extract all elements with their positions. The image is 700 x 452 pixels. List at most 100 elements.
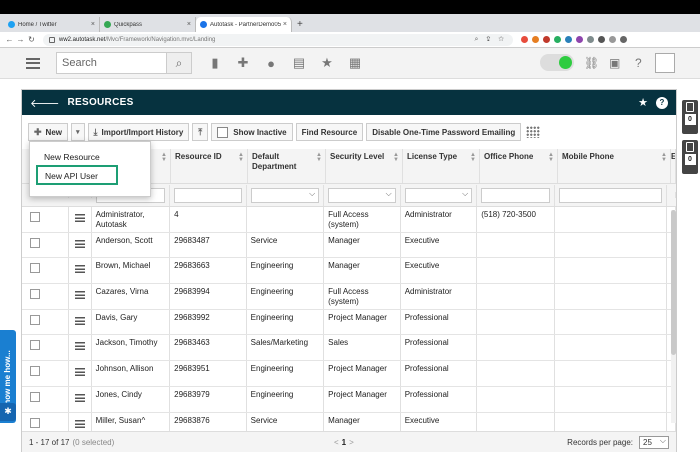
timesheet-icon[interactable]: ▤ [292, 55, 306, 71]
menu-item-new-api-user[interactable]: New API User [36, 165, 118, 185]
extension-icons[interactable] [521, 36, 627, 43]
cell-name: Jones, Cindy [92, 386, 171, 412]
mobile-phone-filter-input[interactable] [558, 187, 662, 203]
browser-tab-autotask[interactable]: Autotask - PartnerDemo05.16 × [196, 17, 292, 32]
row-checkbox[interactable] [30, 417, 40, 428]
department-filter-select[interactable] [250, 187, 320, 203]
import-button[interactable]: ⤓ Import/Import History [87, 123, 190, 141]
records-per-page-select[interactable]: 25 [639, 435, 669, 449]
browser-tab-twitter[interactable]: Home / Twitter × [4, 17, 100, 32]
browser-tab-quickpass[interactable]: Quickpass × [100, 17, 196, 32]
table-row[interactable]: Jones, Cindy 29683979 Engineering Project M… [22, 386, 676, 413]
security-filter-select[interactable] [328, 187, 396, 203]
avatar[interactable] [655, 53, 675, 73]
menu-item-new-resource[interactable]: New Resource [44, 152, 100, 162]
context-menu-icon[interactable] [74, 291, 85, 300]
cell-resource-id: 29683979 [170, 386, 247, 412]
show-inactive-toggle[interactable]: Show Inactive [211, 123, 293, 141]
resource-id-filter-input[interactable] [174, 187, 242, 203]
calendar-icon[interactable]: ▦ [348, 55, 362, 71]
table-row[interactable]: Johnson, Allison 29683951 Engineering Proje… [22, 361, 676, 387]
screen-top-bar [0, 0, 700, 14]
prev-page-icon[interactable]: < [334, 438, 339, 447]
export-button[interactable]: ⤒ [192, 123, 209, 141]
cell-security-level: Project Manager [324, 361, 401, 386]
context-menu-icon[interactable] [74, 393, 85, 402]
row-checkbox[interactable] [30, 366, 40, 377]
header-license-type[interactable]: License Type ▲ ▼ [403, 149, 480, 183]
row-context-cell [69, 207, 92, 232]
license-filter-select[interactable] [404, 187, 473, 203]
table-scrollbar[interactable] [671, 210, 676, 423]
header-resource-id[interactable]: Resource ID ▲ ▼ [171, 149, 248, 183]
link-icon[interactable]: ⛓ [584, 56, 599, 70]
table-row[interactable]: Jackson, Timothy 29683463 Sales/Marketing S… [22, 335, 676, 362]
header-security-level[interactable]: Security Level ▲ ▼ [326, 149, 403, 183]
user-icon[interactable]: ● [264, 56, 278, 71]
back-arrow-icon[interactable]: ← [4, 35, 15, 44]
bar-chart-icon[interactable]: ▮ [208, 55, 222, 71]
reload-icon[interactable]: ↻ [26, 35, 37, 44]
search-icon[interactable]: ⌕ [166, 52, 192, 74]
row-checkbox[interactable] [30, 289, 40, 300]
status-toggle[interactable] [540, 54, 574, 71]
row-checkbox-cell [22, 361, 69, 386]
url-field[interactable]: ww2.autotask.net /Mvc/Framework/Navigati… [43, 33, 513, 46]
filter-license [401, 184, 478, 206]
new-dropdown-button[interactable]: ▾ [71, 123, 85, 141]
menu-icon[interactable] [26, 57, 40, 69]
new-button[interactable]: ✚ New [28, 123, 68, 141]
context-menu-icon[interactable] [74, 316, 85, 325]
table-row[interactable]: Anderson, Scott 29683487 Service Manager Exe… [22, 232, 676, 259]
row-checkbox[interactable] [30, 314, 40, 325]
walkthrough-icon[interactable]: ✱ [0, 403, 16, 421]
new-tab-plus-icon[interactable]: + [297, 19, 303, 30]
close-icon[interactable]: × [283, 21, 287, 28]
forward-arrow-icon[interactable]: → [15, 35, 26, 44]
context-menu-icon[interactable] [74, 342, 85, 351]
panel-header: 🡐 RESOURCES ★ ? [22, 90, 676, 115]
show-inactive-checkbox[interactable] [217, 126, 229, 138]
context-menu-icon[interactable] [74, 368, 85, 377]
help-icon[interactable]: ? [656, 96, 668, 109]
filter-office-phone [477, 184, 555, 206]
table-row[interactable]: Cazares, Virna 29683994 Engineering Full Ac… [22, 284, 676, 310]
office-phone-filter-input[interactable] [481, 187, 550, 203]
plus-icon[interactable]: ✚ [236, 55, 250, 71]
row-checkbox[interactable] [30, 237, 40, 248]
current-page[interactable]: 1 [342, 438, 346, 447]
header-default-department[interactable]: Default Department ▲ ▼ [248, 149, 326, 183]
row-checkbox-cell [22, 335, 69, 361]
cell-security-level: Full Access (system) [324, 207, 401, 232]
back-arrow-icon[interactable]: 🡐 [30, 96, 60, 110]
header-office-phone[interactable]: Office Phone ▲ ▼ [480, 149, 558, 183]
column-chooser-button[interactable] [524, 123, 542, 141]
disable-otp-button[interactable]: Disable One-Time Password Emailing [366, 123, 522, 141]
cell-department: Engineering [247, 258, 325, 284]
context-menu-icon[interactable] [74, 419, 85, 428]
favorite-star-icon[interactable]: ★ [638, 96, 648, 109]
search-input[interactable]: Search [56, 52, 167, 74]
side-widget-documents[interactable]: 0 [682, 100, 698, 134]
table-row[interactable]: Administrator, Autotask 4 Full Access (sys… [22, 207, 676, 233]
row-checkbox[interactable] [30, 263, 40, 274]
star-icon[interactable]: ★ [320, 55, 334, 71]
row-checkbox[interactable] [30, 340, 40, 351]
row-checkbox[interactable] [30, 391, 40, 402]
find-resource-button[interactable]: Find Resource [295, 123, 364, 141]
next-page-icon[interactable]: > [349, 438, 354, 447]
header-mobile-phone[interactable]: Mobile Phone ▲ ▼ [558, 149, 671, 183]
help-icon[interactable]: ? [635, 56, 642, 70]
header-e[interactable]: E [671, 149, 676, 183]
table-row[interactable]: Davis, Gary 29683992 Engineering Project Ma… [22, 309, 676, 336]
context-menu-icon[interactable] [74, 265, 85, 274]
close-icon[interactable]: × [187, 21, 191, 28]
context-menu-icon[interactable] [74, 214, 85, 222]
contacts-icon[interactable]: ▣ [609, 56, 620, 70]
side-widget-clipboard[interactable]: 0 [682, 140, 698, 174]
close-icon[interactable]: × [91, 21, 95, 28]
context-menu-icon[interactable] [74, 239, 85, 248]
row-checkbox[interactable] [30, 212, 40, 222]
url-action-icons[interactable]: ⌕ ⇪ ☆ [475, 36, 507, 44]
table-row[interactable]: Brown, Michael 29683663 Engineering Manager… [22, 258, 676, 285]
